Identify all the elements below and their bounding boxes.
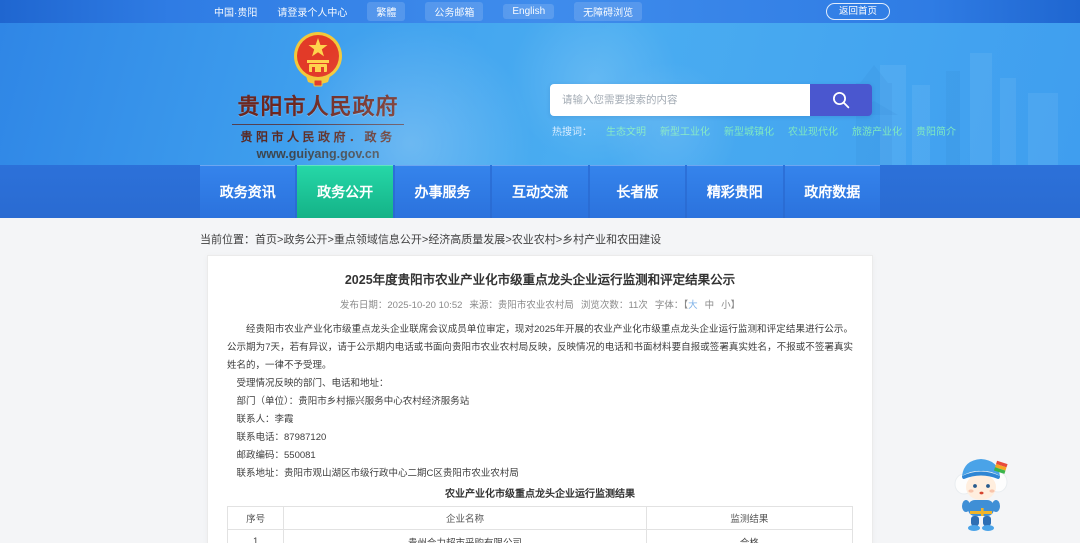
hot-search-term[interactable]: 新型工业化 [660, 123, 710, 138]
nav-tab[interactable]: 政务公开 [297, 165, 393, 218]
hot-search-term[interactable]: 农业现代化 [788, 123, 838, 138]
table-cell: 贵州合力超市采购有限公司 [283, 529, 647, 543]
article-paragraph: 联系地址：贵阳市观山湖区市级行政中心二期C区贵阳市农业农村局 [236, 468, 519, 479]
article-meta: 发布日期：2025-10-20 10:52 来源：贵阳市农业农村局 浏览次数：11次… [208, 297, 872, 311]
topbar: 中国·贵阳 请登录个人中心 繁體 公务邮箱 English 无障碍浏览 返回首页 [0, 0, 1080, 23]
source-value: 贵阳市农业农村局 [497, 300, 574, 311]
site-logo[interactable]: 贵阳市人民政府 贵阳市人民政府．政务 www.guiyang.gov.cn [228, 30, 408, 161]
hot-search: 热搜词： 生态文明 新型工业化 新型城镇化 农业现代化 旅游产业化 贵阳简介 [552, 123, 956, 138]
page: 中国·贵阳 请登录个人中心 繁體公务邮箱 English 无障碍浏览 返回首页 [0, 0, 1080, 543]
header-banner: 贵阳市人民政府 贵阳市人民政府．政务 www.guiyang.gov.cn 热搜… [0, 23, 1080, 165]
nav-tab[interactable]: 政府数据 [784, 165, 880, 218]
national-emblem-icon [294, 32, 342, 87]
breadcrumb-segment[interactable]: 经济高质量发展 [428, 234, 505, 246]
table-header-cell: 序号 [226, 506, 285, 530]
article-paragraph: 联系人：李霞 [236, 414, 294, 425]
monitoring-result-table: 序号企业名称监测结果 1贵州合力超市采购有限公司合格2贵州友禾种业有限公司合格3… [226, 506, 854, 543]
breadcrumb-segment[interactable]: 政务公开 [283, 234, 327, 246]
publish-date-label: 发布日期： [339, 300, 388, 311]
views-label: 浏览次数： [580, 300, 629, 311]
topbar-links: 中国·贵阳 请登录个人中心 繁體 公务邮箱 English 无障碍浏览 [214, 0, 643, 23]
source-label: 来源： [469, 300, 498, 311]
topbar-link[interactable]: 请登录个人中心 [277, 4, 347, 19]
hot-search-label: 热搜词： [552, 127, 592, 138]
city-skyline-decoration [850, 53, 1058, 165]
site-title: 贵阳市人民政府 [237, 94, 399, 119]
topbar-link[interactable]: 无障碍浏览 [574, 2, 643, 21]
topbar-link[interactable]: 中国·贵阳 [214, 4, 257, 19]
article-body: 经贵阳市农业产业化市级重点龙头企业联席会议成员单位审定，现对2025年开展的农业… [227, 321, 853, 483]
publish-date: 2025-10-20 10:52 [387, 300, 463, 311]
font-size-label: 字体：【 [654, 300, 689, 311]
table-header-row: 序号 企业名称 监测结果 [226, 506, 854, 530]
hot-search-term[interactable]: 贵阳简介 [916, 123, 956, 138]
topbar-link[interactable]: 繁體 [367, 2, 406, 21]
hot-search-term[interactable]: 新型城镇化 [724, 123, 774, 138]
breadcrumb-segment[interactable]: 农业农村 [512, 234, 556, 246]
back-to-home-button[interactable]: 返回首页 [826, 3, 891, 20]
font-size-medium-button[interactable]: 中 [705, 300, 715, 311]
article-paragraph: 受理情况反映的部门、电话和地址： [236, 378, 389, 389]
mascot-character[interactable] [950, 450, 1012, 532]
main-nav: 政务资讯 政务公开 办事服务 互动交流 长者版 精彩贵阳 政府数据 [0, 165, 1080, 218]
article-paragraph: 部门（单位）：贵阳市乡村振兴服务中心农村经济服务站 [236, 396, 470, 407]
nav-tab[interactable]: 政务资讯 [200, 165, 296, 218]
search-icon [833, 92, 850, 109]
article-card: 2025年度贵阳市农业产业化市级重点龙头企业运行监测和评定结果公示 发布日期：2… [207, 255, 873, 543]
topbar-link[interactable]: 公务邮箱 [425, 2, 484, 21]
hot-search-term[interactable]: 生态文明 [606, 123, 646, 138]
font-size-large-button[interactable]: 大 [688, 300, 698, 311]
font-size-small-button[interactable]: 小 [721, 300, 731, 311]
nav-tab[interactable]: 互动交流 [492, 165, 588, 218]
search-bar [550, 84, 872, 116]
site-url: www.guiyang.gov.cn [256, 147, 380, 161]
article-title: 2025年度贵阳市农业产业化市级重点龙头企业运行监测和评定结果公示 [344, 273, 736, 287]
breadcrumb-segment[interactable]: 首页 [255, 234, 277, 246]
hot-search-terms: 生态文明 新型工业化 新型城镇化 农业现代化 旅游产业化 贵阳简介 [606, 123, 956, 138]
article-paragraph: 邮政编码：550081 [236, 450, 316, 461]
breadcrumb: 当前位置：首页>政务公开>重点领域信息公开>经济高质量发展>农业农村>乡村产业和… [0, 218, 1080, 247]
search-button[interactable] [810, 84, 872, 116]
breadcrumb-segment[interactable]: 重点领域信息公开 [334, 234, 422, 246]
breadcrumb-label: 当前位置： [200, 234, 255, 246]
search-input[interactable] [550, 84, 810, 116]
nav-tab[interactable]: 长者版 [589, 165, 686, 218]
nav-tabs: 政务资讯 政务公开 办事服务 互动交流 长者版 精彩贵阳 政府数据 [200, 165, 880, 218]
table-header-cell: 监测结果 [645, 506, 854, 530]
nav-tab[interactable]: 办事服务 [394, 165, 491, 218]
font-size-bracket: 】 [730, 300, 741, 311]
table-row: 1 贵州合力超市采购有限公司 合格 [226, 529, 854, 543]
table-cell: 合格 [645, 529, 854, 543]
table-caption: 农业产业化市级重点龙头企业运行监测结果 [445, 489, 635, 500]
hot-search-term[interactable]: 旅游产业化 [852, 123, 902, 138]
title-divider [232, 124, 404, 125]
topbar-link[interactable]: English [503, 4, 555, 19]
table-header-cell: 企业名称 [283, 506, 647, 530]
table-cell: 1 [226, 529, 285, 543]
article-paragraph: 经贵阳市农业产业化市级重点龙头企业联席会议成员单位审定，现对2025年开展的农业… [227, 324, 853, 371]
article-paragraph: 联系电话：87987120 [236, 432, 327, 443]
nav-tab[interactable]: 精彩贵阳 [687, 165, 783, 218]
breadcrumb-segment[interactable]: 乡村产业和农田建设 [562, 234, 661, 246]
views-value: 11次 [628, 300, 648, 311]
site-subtitle: 贵阳市人民政府．政务 [240, 130, 396, 144]
